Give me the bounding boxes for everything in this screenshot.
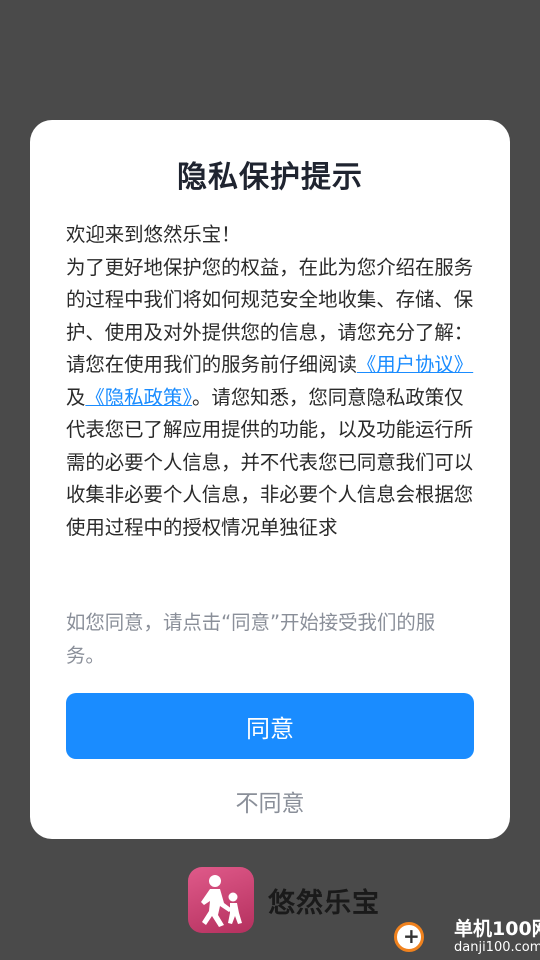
app-name: 悠然乐宝 bbox=[268, 887, 380, 919]
brand-footer: 悠然乐宝 bbox=[188, 866, 380, 934]
dialog-body[interactable]: 欢迎来到悠然乐宝！ 为了更好地保护您的权益，在此为您介绍在服务的过程中我们将如何… bbox=[66, 219, 478, 581]
read-prefix-text: 请您在使用我们的服务前仔细阅读 bbox=[66, 353, 357, 376]
dialog-title: 隐私保护提示 bbox=[177, 160, 363, 195]
greeting-text: 欢迎来到悠然乐宝！ bbox=[66, 223, 241, 246]
disagree-button[interactable]: 不同意 bbox=[150, 778, 390, 824]
parent-child-icon bbox=[201, 875, 242, 927]
watermark: + 单机100网 danji100.com bbox=[394, 914, 540, 960]
privacy-policy-link[interactable]: 《隐私政策》 bbox=[85, 386, 192, 409]
consent-note: 如您同意，请点击“同意”开始接受我们的服务。 bbox=[66, 611, 436, 667]
and-text: 及 bbox=[66, 385, 86, 409]
intro-text: 为了更好地保护您的权益，在此为您介绍在服务的过程中我们将如何规范安全地收集、存储… bbox=[66, 255, 474, 344]
watermark-en: danji100.com bbox=[454, 940, 540, 955]
agree-button[interactable]: 同意 bbox=[66, 693, 474, 759]
agreement-paragraph: 请您在使用我们的服务前仔细阅读《用户协议》及《隐私政策》。请您知悉，您同意隐私政… bbox=[66, 349, 478, 544]
user-agreement-link[interactable]: 《用户协议》 bbox=[357, 353, 473, 376]
plus-glyph: + bbox=[403, 924, 420, 948]
app-logo bbox=[188, 867, 254, 933]
watermark-cn: 单机100网 bbox=[454, 918, 540, 940]
